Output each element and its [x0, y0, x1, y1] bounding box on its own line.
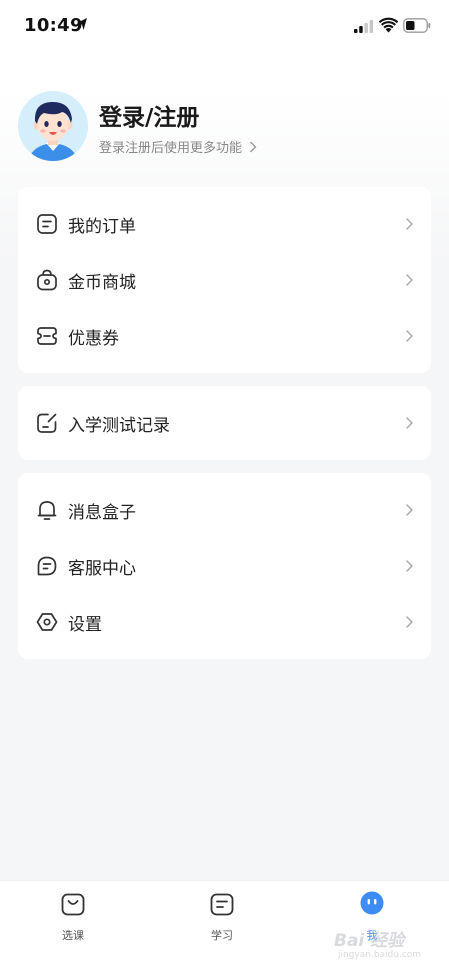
shopping-bag-icon: [37, 269, 57, 291]
menu-item-message-box[interactable]: 消息盒子: [18, 482, 431, 538]
chevron-right-icon: [250, 141, 257, 152]
chevron-right-icon: [406, 560, 413, 572]
test-record-icon: [37, 413, 57, 433]
menu-item-coin-mall[interactable]: 金币商城: [18, 252, 431, 308]
tab-select-courses[interactable]: 选课: [33, 891, 113, 951]
battery-icon: [403, 18, 431, 33]
chevron-right-icon: [406, 417, 413, 429]
login-register-title[interactable]: 登录/注册: [99, 98, 199, 132]
menu-item-label: 金币商城: [68, 273, 136, 293]
chevron-right-icon: [406, 330, 413, 342]
status-time: 10:49: [24, 15, 83, 36]
courses-icon: [61, 893, 85, 916]
watermark-text: Bai 经验: [334, 931, 405, 951]
menu-item-entrance-test-records[interactable]: 入学测试记录: [18, 395, 431, 451]
chevron-right-icon: [406, 218, 413, 230]
menu-card-account: 我的订单 金币商城 优惠券: [18, 187, 431, 373]
chevron-right-icon: [406, 504, 413, 516]
tab-label: 选课: [62, 929, 84, 942]
menu-card-support: 消息盒子 客服中心 设置: [18, 473, 431, 659]
settings-icon: [36, 613, 58, 631]
cellular-signal-icon: [354, 20, 374, 33]
order-icon: [37, 214, 57, 234]
bell-icon: [37, 501, 57, 520]
menu-item-label: 消息盒子: [68, 503, 136, 523]
menu-item-customer-service[interactable]: 客服中心: [18, 538, 431, 594]
menu-card-tests: 入学测试记录: [18, 386, 431, 460]
menu-item-label: 优惠券: [68, 329, 119, 349]
status-bar: 10:49: [0, 0, 449, 54]
location-arrow-icon: [77, 18, 87, 30]
wifi-icon: [379, 17, 398, 33]
avatar[interactable]: [18, 91, 88, 161]
study-icon: [210, 893, 234, 916]
menu-item-settings[interactable]: 设置: [18, 594, 431, 650]
mine-icon: [360, 891, 384, 915]
chat-icon: [37, 556, 57, 576]
baidu-jingyan-watermark: Bai 经验 jingyan.baidu.com: [334, 926, 444, 966]
menu-item-label: 客服中心: [68, 559, 136, 579]
menu-item-coupons[interactable]: 优惠券: [18, 308, 431, 364]
chevron-right-icon: [406, 616, 413, 628]
watermark-url: jingyan.baidu.com: [338, 950, 422, 960]
chevron-right-icon: [406, 274, 413, 286]
tab-label: 学习: [211, 929, 233, 942]
menu-item-label: 设置: [68, 615, 102, 635]
coupon-icon: [37, 327, 57, 345]
profile-header[interactable]: 登录/注册 登录注册后使用更多功能: [18, 90, 431, 162]
menu-item-my-orders[interactable]: 我的订单: [18, 196, 431, 252]
login-register-hint: 登录注册后使用更多功能: [99, 141, 243, 156]
tab-study[interactable]: 学习: [182, 891, 262, 951]
menu-item-label: 我的订单: [68, 217, 136, 237]
menu-item-label: 入学测试记录: [68, 416, 170, 436]
login-register-subtitle[interactable]: 登录注册后使用更多功能: [99, 137, 258, 156]
